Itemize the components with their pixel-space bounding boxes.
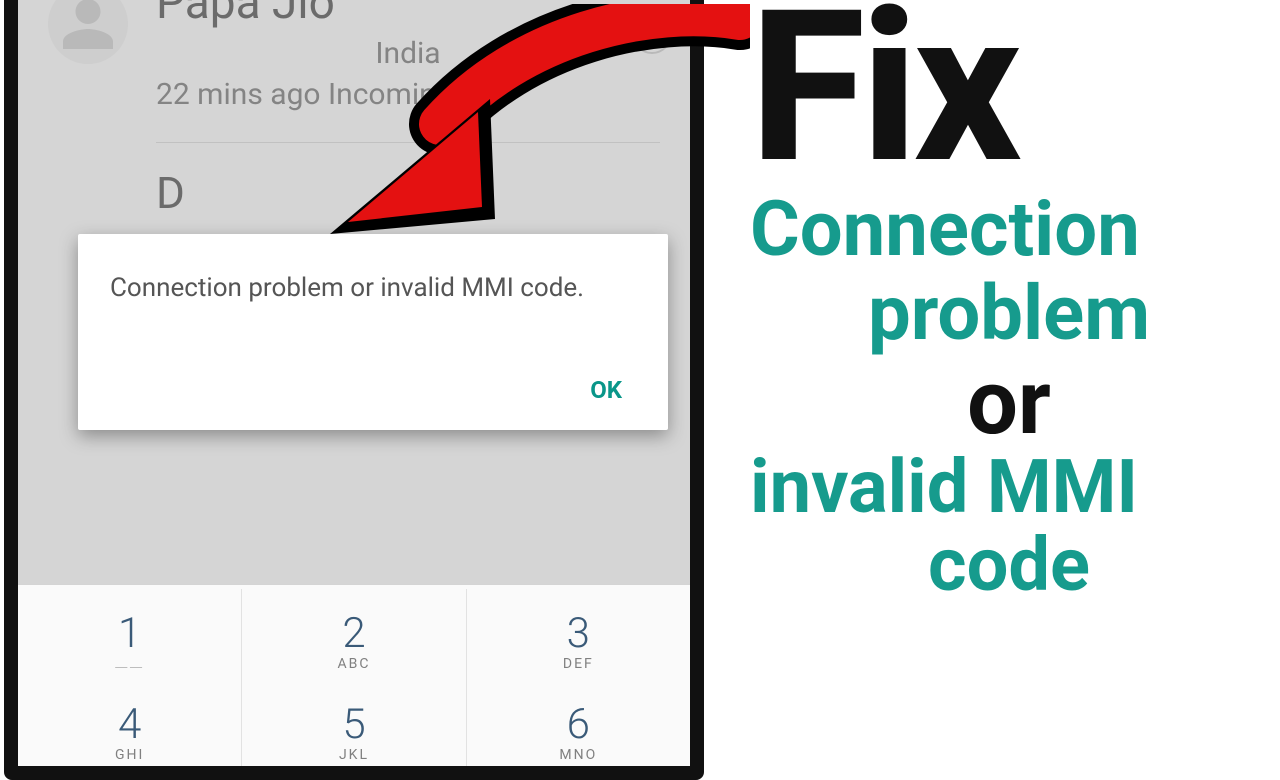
error-dialog: Connection problem or invalid MMI code. … [78,234,668,430]
key-num: 3 [467,609,690,658]
key-2[interactable]: 2 ABC [242,589,466,680]
headline-connection: Connection [750,191,1268,269]
next-contact-peek: D [18,143,690,229]
key-4[interactable]: 4 GHI [18,680,242,771]
key-1[interactable]: 1 ⏤⏤ [18,589,242,680]
headline-fix: Fix [750,0,1268,185]
key-letters: MNO [467,747,690,765]
call-log-row[interactable]: Papa Jio India 22 mins ago Incoming 1 › [18,0,690,132]
key-num: 6 [467,700,690,749]
key-num: 5 [242,700,465,749]
key-letters: ABC [242,656,465,674]
dialog-message: Connection problem or invalid MMI code. [110,270,636,306]
headline-code: code [750,528,1268,603]
headline-or: or [750,358,1268,448]
phone-frame: Papa Jio India 22 mins ago Incoming 1 › … [4,0,704,780]
key-5[interactable]: 5 JKL [242,680,466,771]
dialog-actions: OK [110,366,636,414]
key-6[interactable]: 6 MNO [467,680,690,771]
phone-screenshot-region: Papa Jio India 22 mins ago Incoming 1 › … [0,0,740,720]
keypad-row: 1 ⏤⏤ 2 ABC 3 DEF [18,589,690,680]
key-num: 2 [242,609,465,658]
key-letters: JKL [242,747,465,765]
keypad-row: 4 GHI 5 JKL 6 MNO [18,680,690,771]
key-letters: DEF [467,656,690,674]
dialer-keypad: 1 ⏤⏤ 2 ABC 3 DEF 4 GHI 5 [18,584,690,771]
headline-panel: Fix Connection problem or invalid MMI co… [740,0,1280,720]
contact-meta: 22 mins ago Incoming 1 [156,77,660,112]
key-num: 4 [18,700,241,749]
contact-info: Papa Jio India 22 mins ago Incoming 1 [156,0,660,112]
ok-button[interactable]: OK [576,366,636,414]
contact-name: Papa Jio [156,0,660,30]
avatar [48,0,128,64]
key-3[interactable]: 3 DEF [467,589,690,680]
chevron-right-icon[interactable]: › [632,14,672,54]
key-num: 1 [18,609,241,658]
key-letters: GHI [18,747,241,765]
headline-invalid: invalid MMI [750,450,1268,525]
voicemail-icon: ⏤⏤ [18,656,241,674]
headline-problem: problem [750,275,1268,353]
person-icon [58,0,118,54]
contact-location: India [156,36,660,71]
